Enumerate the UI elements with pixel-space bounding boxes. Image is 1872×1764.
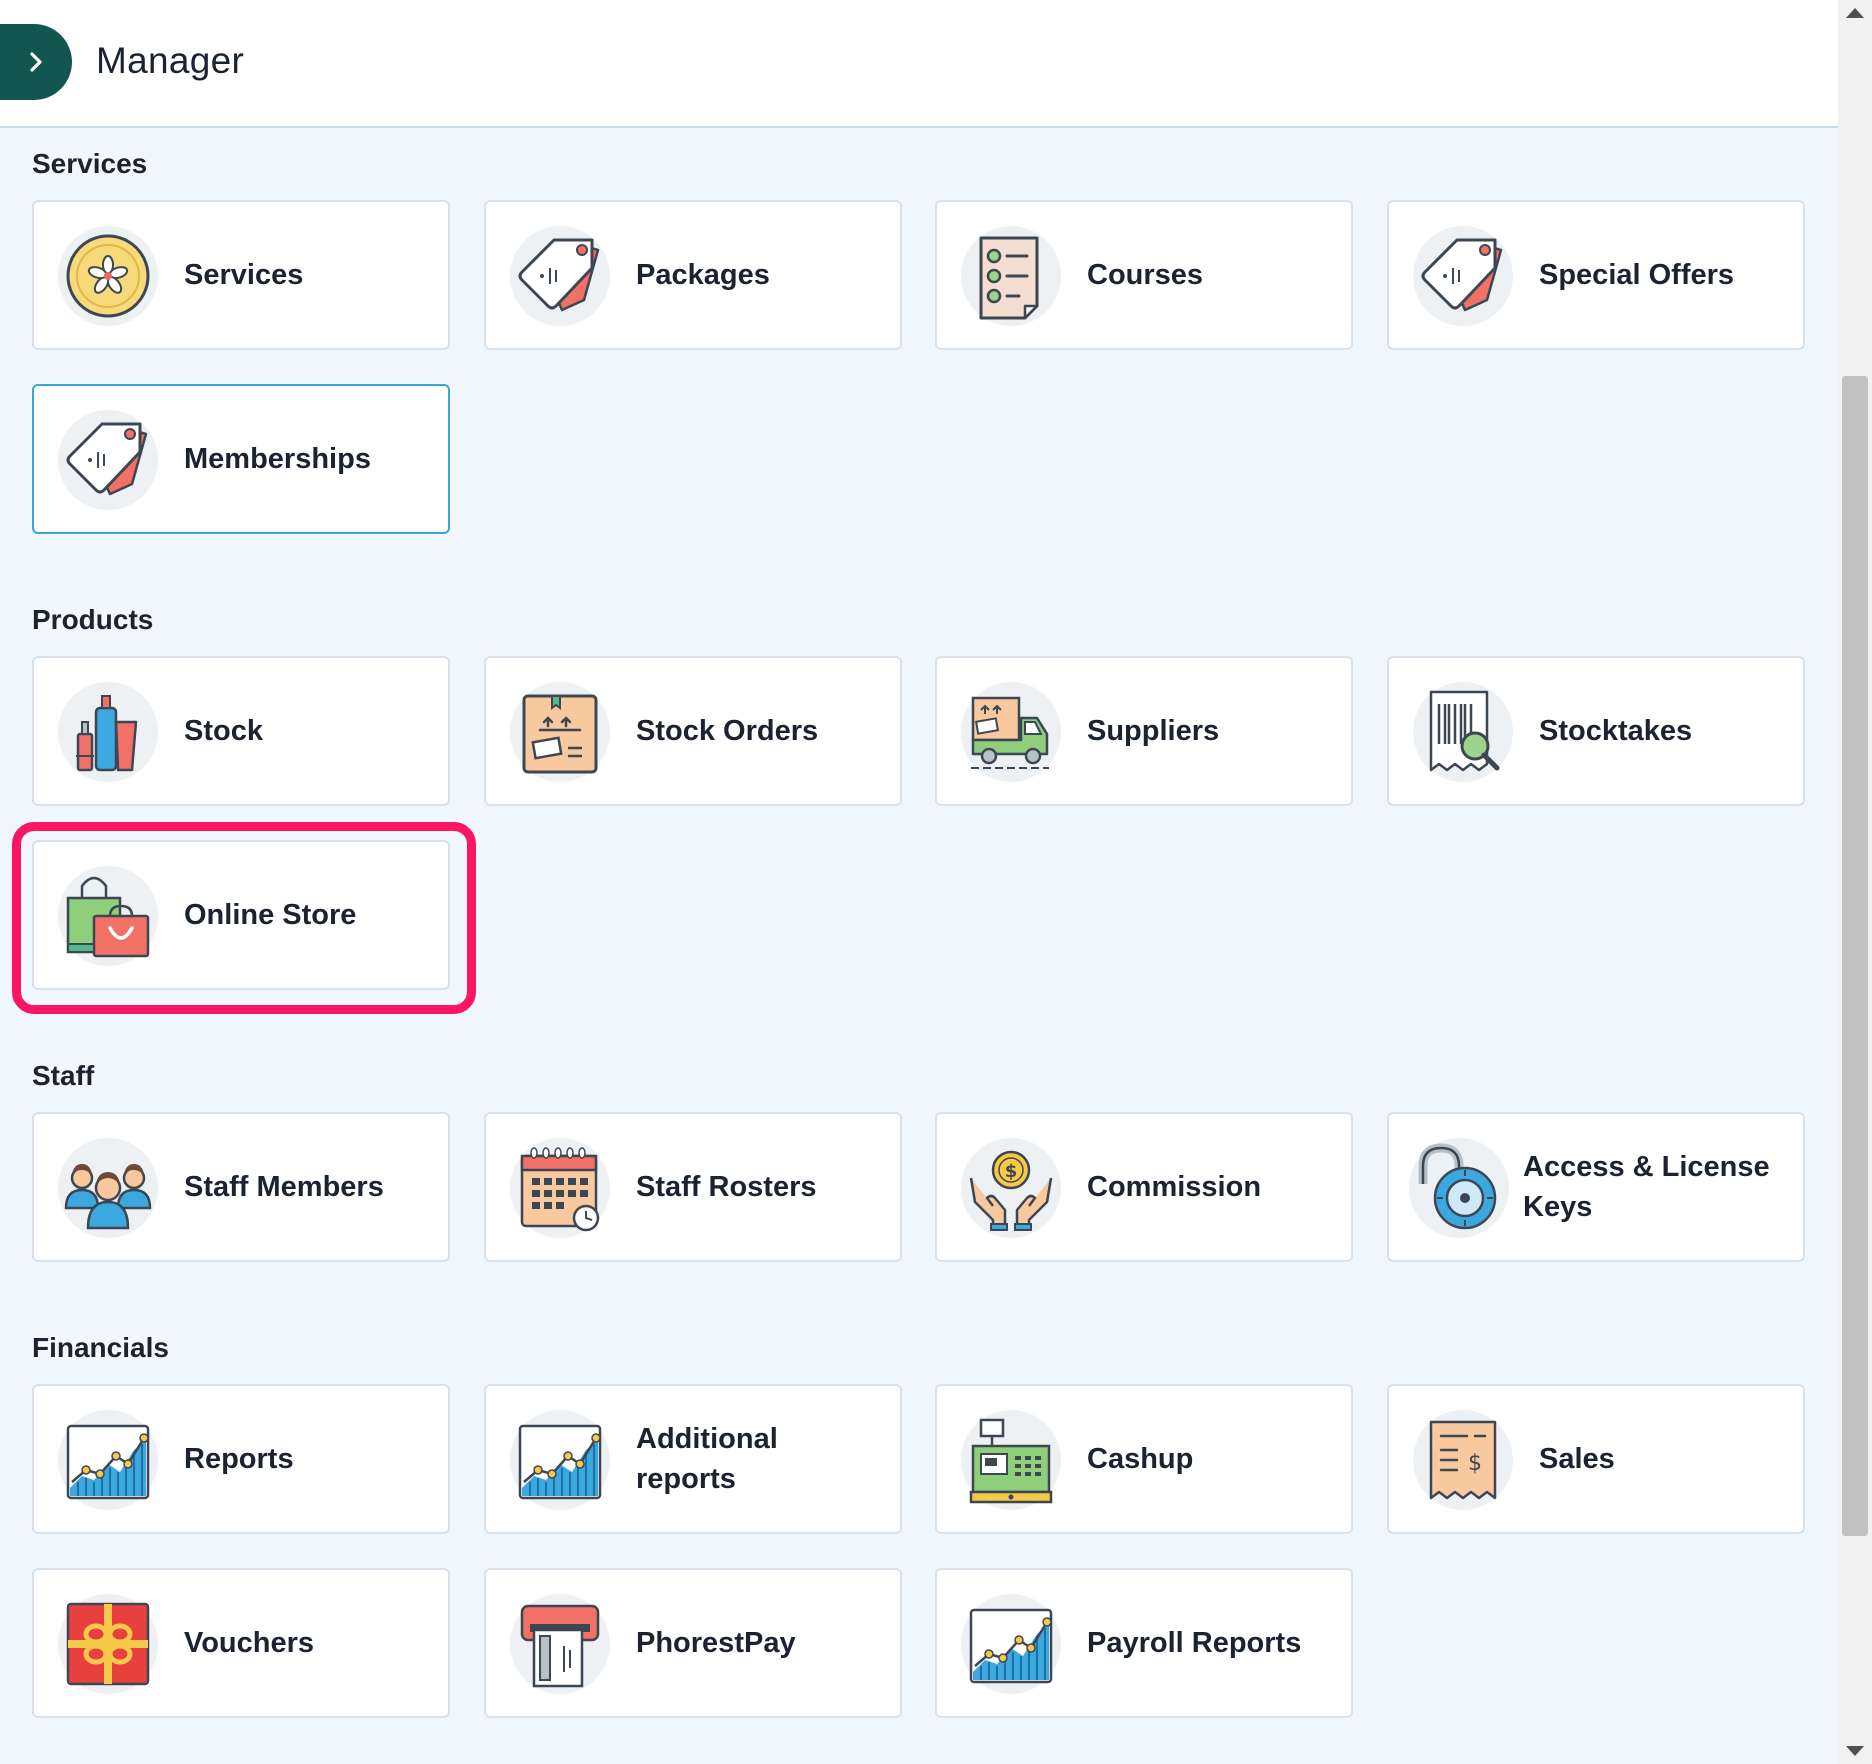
price-tag-icon (58, 410, 158, 510)
card-access-license-keys[interactable]: Access & License Keys (1387, 1112, 1805, 1262)
card-cashup[interactable]: Cashup (935, 1384, 1353, 1534)
card-stock[interactable]: Stock (32, 656, 450, 806)
card-staff-rosters[interactable]: Staff Rosters (484, 1112, 902, 1262)
chevron-right-icon (30, 52, 42, 72)
card-commission[interactable]: Commission (935, 1112, 1353, 1262)
card-label: Cashup (1087, 1443, 1194, 1475)
card-label: Reports (184, 1443, 294, 1475)
price-tag-icon (1413, 226, 1513, 326)
manager-menu: Services Services Packages Courses Speci… (0, 128, 1838, 1764)
checklist-icon (961, 226, 1061, 326)
cosmetics-bottles-icon (58, 682, 158, 782)
app-header: Manager (0, 0, 1838, 128)
card-special-offers[interactable]: Special Offers (1387, 200, 1805, 350)
card-phorestpay[interactable]: PhorestPay (484, 1568, 902, 1718)
bar-chart-icon (961, 1594, 1061, 1694)
cash-register-icon (961, 1410, 1061, 1510)
card-label: Online Store (184, 899, 357, 931)
scrollbar-thumb[interactable] (1842, 376, 1868, 1536)
card-label: Vouchers (184, 1627, 315, 1659)
card-label: Services (184, 259, 304, 291)
card-label: Suppliers (1087, 715, 1220, 747)
card-stocktakes[interactable]: Stocktakes (1387, 656, 1805, 806)
card-payroll-reports[interactable]: Payroll Reports (935, 1568, 1353, 1718)
gift-voucher-icon (58, 1594, 158, 1694)
receipt-dollar-icon (1413, 1410, 1513, 1510)
card-label: Access & License Keys (1523, 1151, 1770, 1223)
card-label: Courses (1087, 259, 1204, 291)
card-suppliers[interactable]: Suppliers (935, 656, 1353, 806)
card-label: Sales (1539, 1443, 1615, 1475)
flower-clock-icon (58, 226, 158, 326)
card-staff-members[interactable]: Staff Members (32, 1112, 450, 1262)
scroll-down-arrow-icon[interactable] (1846, 1746, 1864, 1756)
section-title-services: Services (32, 148, 148, 179)
section-title-staff: Staff (32, 1060, 95, 1091)
card-vouchers[interactable]: Vouchers (32, 1568, 450, 1718)
page-title: Manager (96, 40, 245, 81)
card-terminal-icon (510, 1594, 610, 1694)
card-label: Staff Members (184, 1171, 384, 1203)
shipping-box-icon (510, 682, 610, 782)
card-services[interactable]: Services (32, 200, 450, 350)
card-memberships[interactable]: Memberships (32, 384, 450, 534)
combination-lock-icon (1409, 1138, 1509, 1238)
card-label: Stock Orders (636, 715, 819, 747)
price-tag-icon (510, 226, 610, 326)
calendar-clock-icon (510, 1138, 610, 1238)
bar-chart-icon (510, 1410, 610, 1510)
card-label: Commission (1087, 1171, 1262, 1203)
card-online-store[interactable]: Online Store (32, 840, 450, 990)
card-reports[interactable]: Reports (32, 1384, 450, 1534)
scroll-up-arrow-icon[interactable] (1846, 8, 1864, 18)
section-title-financials: Financials (32, 1332, 169, 1363)
card-label: PhorestPay (636, 1627, 796, 1659)
card-stock-orders[interactable]: Stock Orders (484, 656, 902, 806)
card-courses[interactable]: Courses (935, 200, 1353, 350)
card-label: Stocktakes (1539, 715, 1693, 747)
shopping-bags-icon (58, 866, 158, 966)
card-label: Payroll Reports (1087, 1627, 1302, 1659)
sidebar-toggle-button[interactable] (0, 24, 72, 100)
card-label: Packages (636, 259, 770, 291)
section-title-products: Products (32, 604, 154, 635)
card-label: Stock (184, 715, 263, 747)
card-additional-reports[interactable]: Additional reports (484, 1384, 902, 1534)
bar-chart-icon (58, 1410, 158, 1510)
staff-group-icon (58, 1138, 158, 1238)
delivery-truck-icon (961, 682, 1061, 782)
card-sales[interactable]: Sales (1387, 1384, 1805, 1534)
card-label: Special Offers (1539, 259, 1735, 291)
card-packages[interactable]: Packages (484, 200, 902, 350)
vertical-scrollbar[interactable] (1838, 0, 1872, 1764)
barcode-search-icon (1413, 682, 1513, 782)
hands-coin-icon (961, 1138, 1061, 1238)
card-label: Additional reports (636, 1423, 778, 1495)
card-label: Memberships (184, 443, 371, 475)
card-label: Staff Rosters (636, 1171, 817, 1203)
